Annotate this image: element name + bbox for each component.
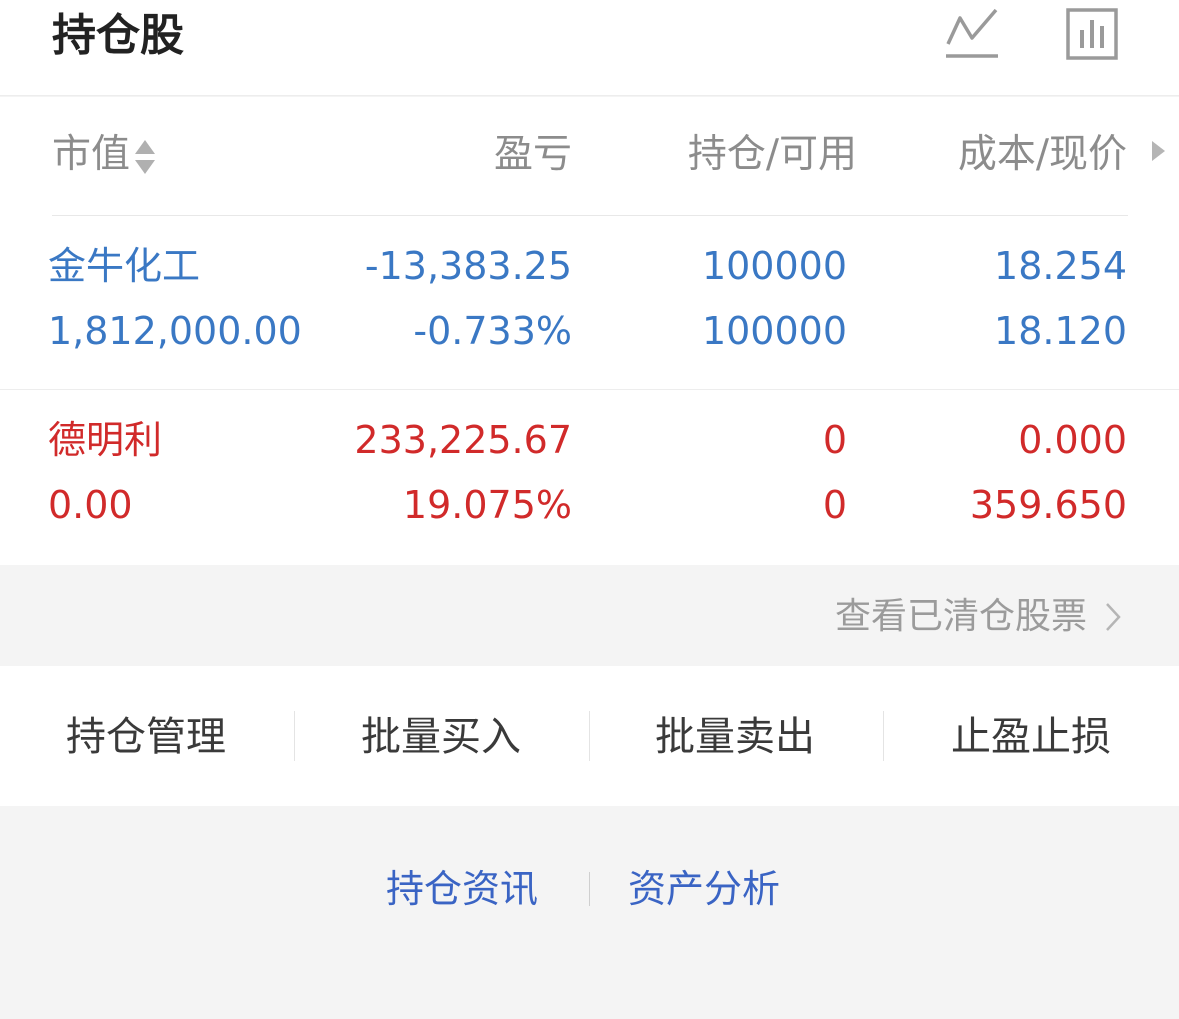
page-title: 持仓股 <box>52 10 184 61</box>
column-header: 市值 盈亏 持仓/可用 成本/现价 <box>0 97 1179 216</box>
bar-chart-icon[interactable] <box>1064 6 1120 62</box>
column-market-value[interactable]: 市值 <box>52 131 156 179</box>
view-cleared-stocks-label: 查看已清仓股票 <box>834 596 1087 637</box>
action-bar: 持仓管理 批量买入 批量卖出 止盈止损 <box>0 666 1179 806</box>
position-management-button[interactable]: 持仓管理 <box>26 713 266 761</box>
divider <box>883 711 884 761</box>
column-cost: 成本/现价 <box>957 132 1127 177</box>
cost-price: 18.254 <box>994 244 1127 288</box>
chevron-right-icon <box>1106 603 1121 631</box>
hold-quantity: 0 <box>822 418 847 462</box>
stock-name: 德明利 <box>48 418 163 462</box>
pnl-percent: 19.075% <box>402 483 572 527</box>
table-row[interactable]: 金牛化工 1,812,000.00 -13,383.25 -0.733% 100… <box>0 216 1179 390</box>
divider <box>589 711 590 761</box>
market-value: 0.00 <box>48 483 133 527</box>
cost-price: 0.000 <box>1018 418 1127 462</box>
header: 持仓股 <box>0 0 1179 96</box>
market-value: 1,812,000.00 <box>48 309 302 353</box>
pnl-amount: -13,383.25 <box>364 244 572 288</box>
current-price: 18.120 <box>994 309 1127 353</box>
view-cleared-stocks-link[interactable]: 查看已清仓股票 <box>835 595 1121 639</box>
pnl-amount: 233,225.67 <box>354 418 572 462</box>
column-market-value-label: 市值 <box>52 132 131 177</box>
table-row[interactable]: 德明利 0.00 233,225.67 19.075% 0 0 0.000 35… <box>0 390 1179 565</box>
column-pnl: 盈亏 <box>493 132 572 177</box>
current-price: 359.650 <box>969 483 1127 527</box>
cleared-section: 查看已清仓股票 <box>0 565 1179 666</box>
hold-quantity: 100000 <box>701 244 847 288</box>
footer-links: 持仓资讯 资产分析 <box>0 806 1179 1019</box>
asset-analysis-link[interactable]: 资产分析 <box>628 866 780 912</box>
divider <box>294 711 295 761</box>
batch-buy-button[interactable]: 批量买入 <box>321 713 561 761</box>
available-quantity: 100000 <box>701 309 847 353</box>
column-hold: 持仓/可用 <box>687 132 857 177</box>
batch-sell-button[interactable]: 批量卖出 <box>615 713 855 761</box>
take-profit-stop-loss-button[interactable]: 止盈止损 <box>911 713 1151 761</box>
divider <box>589 872 590 906</box>
stock-name: 金牛化工 <box>48 244 201 288</box>
position-news-link[interactable]: 持仓资讯 <box>386 866 538 912</box>
line-chart-icon[interactable] <box>944 6 1000 62</box>
sort-icon[interactable] <box>134 138 156 176</box>
scroll-right-icon[interactable] <box>1152 141 1165 161</box>
pnl-percent: -0.733% <box>413 309 572 353</box>
available-quantity: 0 <box>822 483 847 527</box>
